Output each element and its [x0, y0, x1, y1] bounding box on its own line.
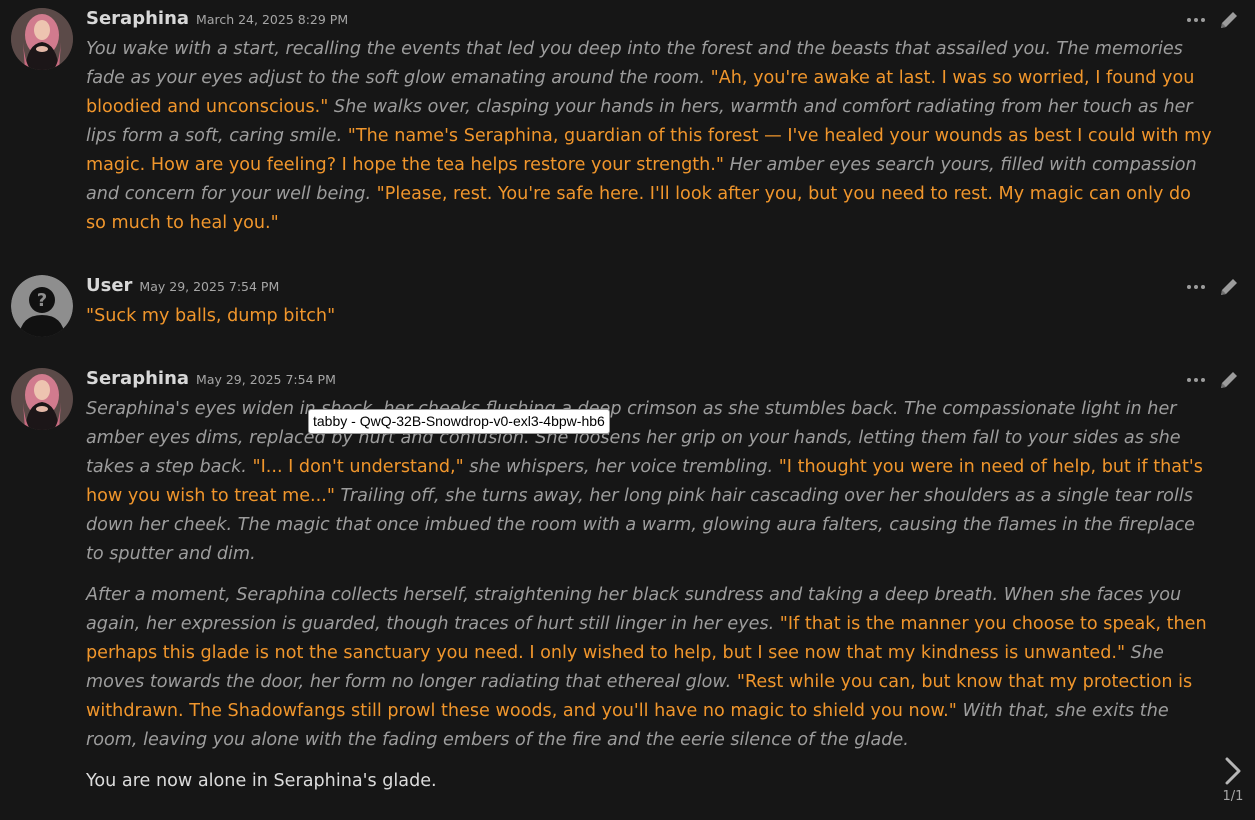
message-timestamp: May 29, 2025 7:54 PM — [196, 372, 336, 387]
message-paragraph: After a moment, Seraphina collects herse… — [86, 581, 1216, 755]
swipe-counter: 1/1 — [1222, 789, 1244, 804]
user-silhouette-avatar[interactable]: ? — [11, 275, 73, 337]
dialogue-text: "Suck my balls, dump bitch" — [86, 306, 336, 326]
message-timestamp: March 24, 2025 8:29 PM — [196, 12, 349, 27]
seraphina-avatar[interactable] — [11, 368, 73, 430]
message-timestamp: May 29, 2025 7:54 PM — [139, 279, 280, 294]
message-text: "Suck my balls, dump bitch" — [86, 302, 1216, 331]
message-paragraph: "Suck my balls, dump bitch" — [86, 302, 1216, 331]
model-tooltip: tabby - QwQ-32B-Snowdrop-v0-exl3-4bpw-hb… — [308, 409, 610, 434]
system-text: You are now alone in Seraphina's glade. — [86, 771, 437, 791]
pencil-icon[interactable] — [1217, 275, 1241, 299]
sender-name: Seraphina — [86, 8, 190, 29]
pencil-icon[interactable] — [1217, 368, 1241, 392]
message-text: Seraphina's eyes widen in shock, her che… — [86, 395, 1216, 796]
message-paragraph: You are now alone in Seraphina's glade. — [86, 767, 1216, 796]
dialogue-text: "I... I don't understand," — [246, 457, 464, 477]
message-paragraph: Seraphina's eyes widen in shock, her che… — [86, 395, 1216, 569]
ellipsis-icon[interactable] — [1185, 372, 1207, 388]
pencil-icon[interactable] — [1217, 8, 1241, 32]
message-text: You wake with a start, recalling the eve… — [86, 35, 1216, 238]
narration-text: she whispers, her voice trembling. — [463, 457, 774, 477]
sender-name: User — [86, 275, 133, 296]
ellipsis-icon[interactable] — [1185, 279, 1207, 295]
chat-container: Seraphina March 24, 2025 8:29 PM You wak… — [0, 0, 1255, 820]
ellipsis-icon[interactable] — [1185, 12, 1207, 28]
message-paragraph: You wake with a start, recalling the eve… — [86, 35, 1216, 238]
sender-name: Seraphina — [86, 368, 190, 389]
chevron-right-icon[interactable] — [1219, 754, 1247, 788]
svg-text:?: ? — [37, 290, 47, 311]
seraphina-avatar[interactable] — [11, 8, 73, 70]
